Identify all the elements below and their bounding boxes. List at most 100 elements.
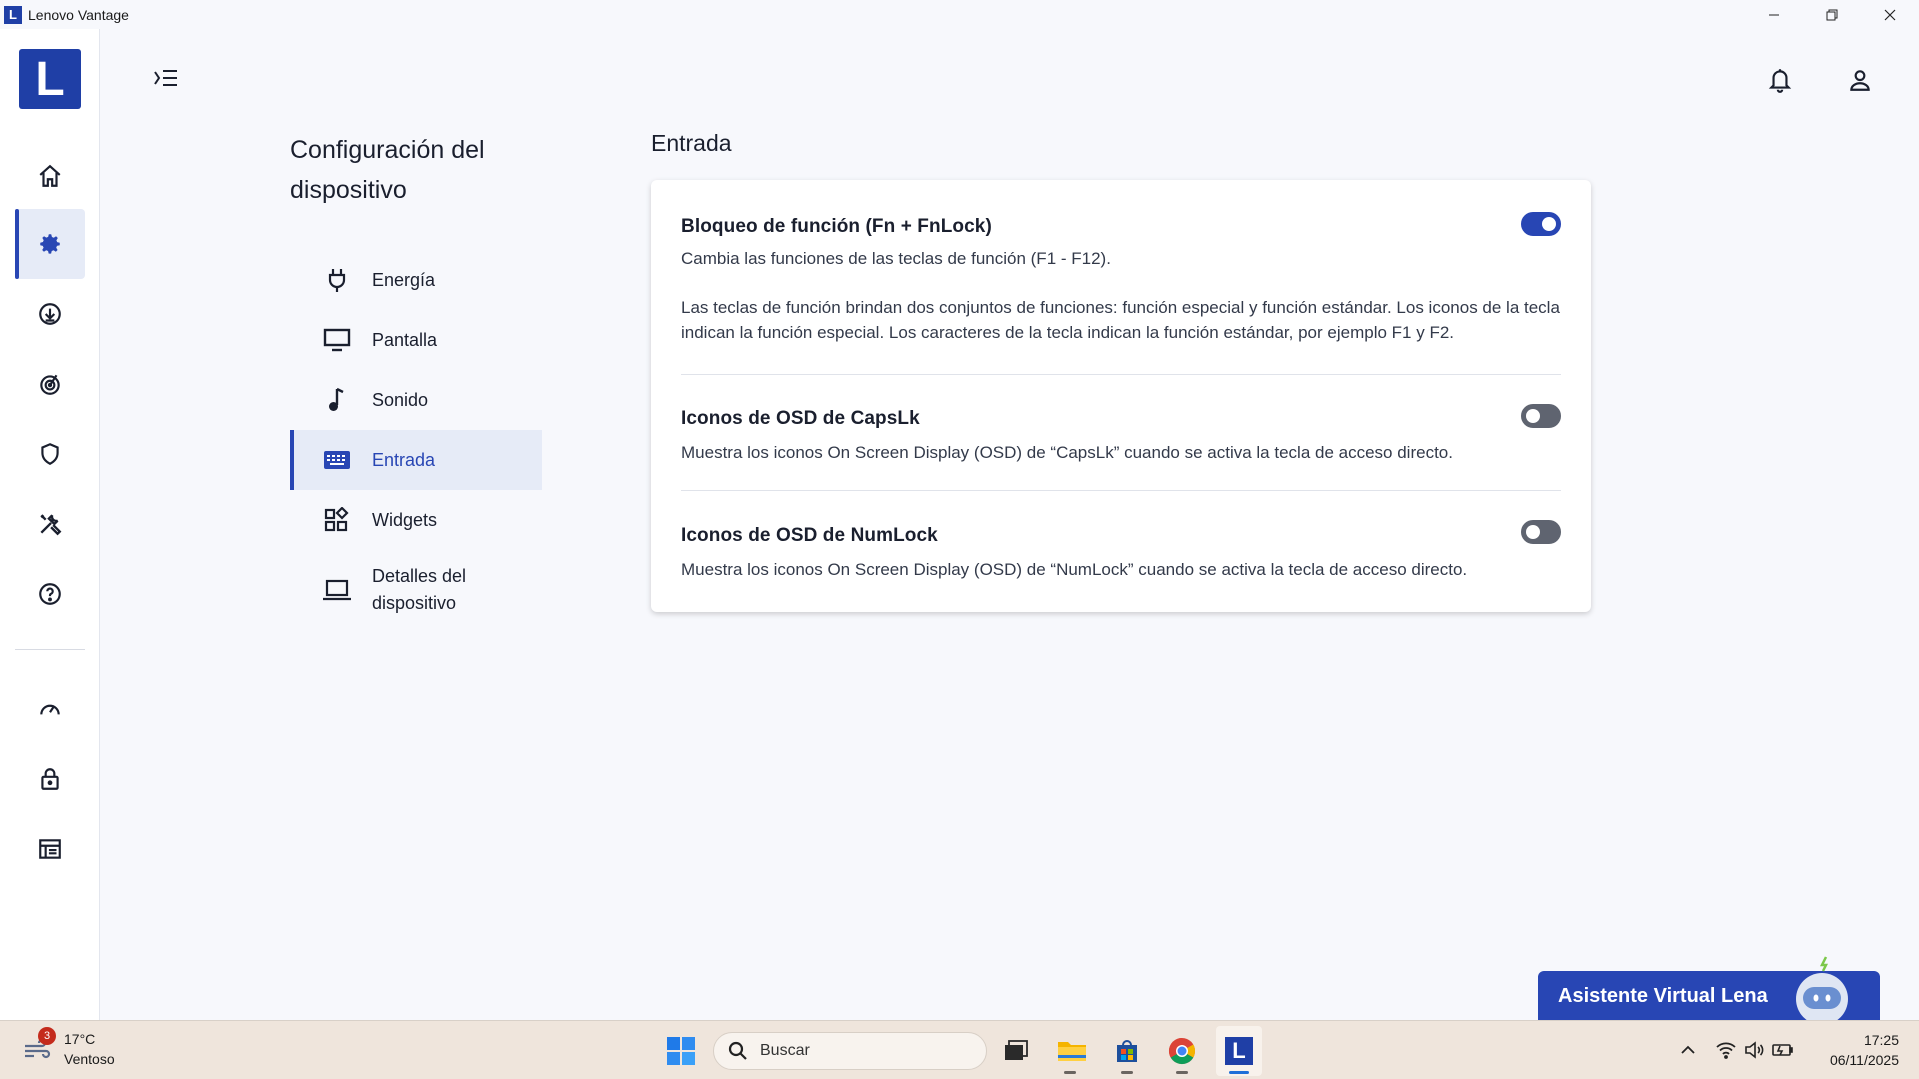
nav-privacy[interactable]: [15, 744, 85, 814]
plug-icon: [322, 265, 352, 295]
minimize-button[interactable]: [1745, 0, 1803, 29]
nav-performance[interactable]: [15, 674, 85, 744]
task-view-icon: [1005, 1040, 1028, 1060]
store-icon: [1117, 1040, 1137, 1062]
folder-icon: [1058, 1042, 1086, 1061]
task-view-button[interactable]: [998, 1033, 1034, 1069]
temperature: 17°C: [64, 1031, 96, 1047]
subnav-item-sonido[interactable]: Sonido: [290, 370, 542, 430]
divider: [681, 490, 1561, 491]
radar-icon: [40, 374, 60, 395]
user-icon: [1850, 70, 1870, 91]
restore-button[interactable]: [1803, 0, 1861, 29]
subnav-label: Widgets: [372, 509, 438, 530]
nav-dashboard[interactable]: [15, 814, 85, 884]
vantage-taskbar-button[interactable]: L: [1221, 1033, 1257, 1069]
nav-help[interactable]: [15, 559, 85, 629]
title-bar: L Lenovo Vantage: [0, 0, 1919, 29]
subnav-label: Energía: [372, 269, 436, 290]
subnav-item-widgets[interactable]: Widgets: [290, 490, 542, 550]
clock[interactable]: 17:25 06/11/2025: [1830, 1030, 1899, 1070]
wifi-icon: [1716, 1042, 1736, 1059]
input-settings-card: Bloqueo de función (Fn + FnLock) Cambia …: [651, 180, 1591, 612]
nav-tools[interactable]: [15, 489, 85, 559]
file-explorer-button[interactable]: [1054, 1033, 1090, 1069]
dashboard-icon: [39, 839, 61, 859]
download-icon: [39, 303, 61, 325]
system-tray[interactable]: [1710, 1035, 1800, 1065]
close-button[interactable]: [1861, 0, 1919, 29]
taskbar-search[interactable]: Buscar: [713, 1032, 987, 1070]
restore-icon: [1826, 9, 1838, 20]
assistant-label: Asistente Virtual Lena: [1558, 984, 1768, 1007]
search-placeholder: Buscar: [760, 1042, 810, 1059]
setting-description: Muestra los iconos On Screen Display (OS…: [681, 560, 1468, 579]
subnav-label: Detalles del dispositivo: [372, 566, 467, 613]
menu-collapse-icon: [154, 70, 177, 86]
gear-icon: [40, 234, 60, 254]
speedometer-icon: [40, 704, 60, 715]
subnav-item-energia[interactable]: Energía: [290, 250, 542, 310]
subnav-item-pantalla[interactable]: Pantalla: [290, 310, 542, 370]
page-title: Entrada: [651, 130, 732, 156]
setting-description: Muestra los iconos On Screen Display (OS…: [681, 443, 1453, 462]
monitor-icon: [322, 325, 352, 355]
volume-icon: [1745, 1041, 1764, 1059]
minimize-icon: [1769, 14, 1779, 15]
primary-nav-rail: L: [0, 29, 100, 1020]
taskbar: 3 17°C Ventoso Buscar L 17:25 06/11/2025: [0, 1020, 1919, 1079]
setting-row-fnlock: Bloqueo de función (Fn + FnLock) Cambia …: [681, 216, 1561, 345]
notifications-button[interactable]: [1762, 62, 1798, 98]
setting-title: Iconos de OSD de CapsLk: [681, 408, 920, 429]
vantage-icon: L: [1225, 1037, 1253, 1065]
subnav-item-detalles[interactable]: Detalles del dispositivo: [290, 550, 542, 630]
show-hidden-icons-button[interactable]: [1670, 1035, 1706, 1065]
running-indicator: [1064, 1071, 1076, 1074]
section-title: Configuración del dispositivo: [290, 136, 485, 204]
bell-icon: [1768, 69, 1792, 93]
nav-device-settings[interactable]: [15, 209, 85, 279]
weather-widget[interactable]: 3 17°C Ventoso: [22, 1027, 115, 1069]
weather-badge: 3: [38, 1027, 56, 1045]
close-icon: [1884, 9, 1896, 20]
setting-row-numlock: Iconos de OSD de NumLock Muestra los ico…: [681, 525, 1561, 582]
setting-title: Iconos de OSD de NumLock: [681, 525, 938, 546]
chevron-up-icon: [1681, 1045, 1695, 1054]
shield-icon: [41, 443, 59, 465]
lenovo-logo[interactable]: L: [19, 49, 81, 109]
windows-icon: [667, 1037, 695, 1065]
lock-icon: [41, 768, 59, 790]
robot-icon: [1796, 956, 1848, 1021]
settings-subnav: Energía Pantalla Sonido Entrada Widgets …: [290, 250, 542, 630]
rail-divider: [15, 649, 85, 650]
nav-smart-features[interactable]: [15, 349, 85, 419]
help-icon: [39, 583, 61, 605]
subnav-item-entrada[interactable]: Entrada: [290, 430, 542, 490]
tools-icon: [40, 514, 62, 536]
clock-time: 17:25: [1863, 1032, 1899, 1048]
clock-date: 06/11/2025: [1829, 1052, 1899, 1068]
setting-title: Bloqueo de función (Fn + FnLock): [681, 216, 992, 237]
laptop-icon: [322, 575, 352, 605]
running-indicator: [1176, 1071, 1188, 1074]
setting-row-capslk: Iconos de OSD de CapsLk Muestra los icon…: [681, 408, 1561, 465]
nav-updates[interactable]: [15, 279, 85, 349]
account-button[interactable]: [1842, 62, 1878, 98]
setting-extra-description: Las teclas de función brindan dos conjun…: [681, 298, 1560, 342]
weather-condition: Ventoso: [64, 1051, 115, 1067]
widgets-icon: [322, 505, 352, 535]
numlock-osd-toggle[interactable]: [1521, 520, 1561, 544]
start-button[interactable]: [663, 1033, 699, 1069]
store-button[interactable]: [1109, 1033, 1145, 1069]
menu-toggle-button[interactable]: [150, 62, 182, 94]
nav-security[interactable]: [15, 419, 85, 489]
setting-description: Cambia las funciones de las teclas de fu…: [681, 249, 1111, 268]
keyboard-icon: [322, 445, 352, 475]
capslk-osd-toggle[interactable]: [1521, 404, 1561, 428]
running-indicator: [1121, 1071, 1133, 1074]
chrome-button[interactable]: [1164, 1033, 1200, 1069]
fnlock-toggle[interactable]: [1521, 212, 1561, 236]
nav-home[interactable]: [15, 141, 85, 211]
chrome-icon: [1168, 1037, 1196, 1065]
app-logo-icon: L: [4, 5, 22, 24]
